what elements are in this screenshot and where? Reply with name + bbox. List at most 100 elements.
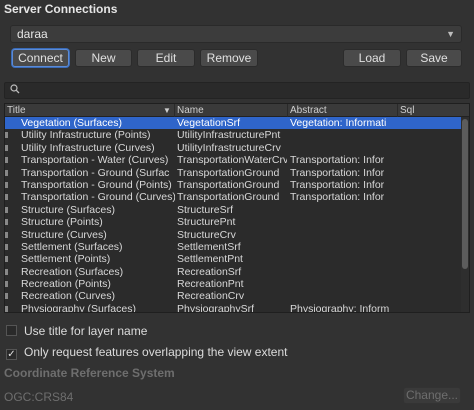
row-marker-icon	[5, 206, 8, 213]
table-row[interactable]: Physiography (Surfaces) PhysiographySrf Ph…	[5, 302, 461, 313]
use-title-label: Use title for layer name	[24, 324, 148, 338]
row-title: Recreation (Curves)	[21, 290, 115, 303]
row-marker-icon	[5, 132, 8, 139]
crs-title: Coordinate Reference System	[4, 366, 175, 380]
row-abstract: Transportation: Infor	[290, 178, 385, 191]
row-title: Settlement (Surfaces)	[21, 240, 123, 253]
crs-value: OGC:CRS84	[4, 390, 74, 404]
row-marker-icon	[5, 194, 8, 201]
table-row[interactable]: Settlement (Points) SettlementPnt	[5, 253, 461, 265]
overlap-label: Only request features overlapping the vi…	[24, 345, 288, 359]
load-button[interactable]: Load	[343, 49, 401, 67]
row-marker-icon	[5, 157, 8, 164]
column-header-title[interactable]: Title	[5, 104, 175, 117]
row-name: TransportationGround	[177, 191, 280, 204]
row-title: Structure (Points)	[21, 216, 103, 229]
table-row[interactable]: Recreation (Surfaces) RecreationSrf	[5, 266, 461, 278]
row-marker-icon	[5, 219, 8, 226]
table-row[interactable]: Utility Infrastructure (Curves) UtilityIn…	[5, 142, 461, 154]
change-crs-button[interactable]: Change...	[403, 387, 461, 404]
connection-select-value: daraa	[17, 27, 48, 41]
row-title: Structure (Curves)	[21, 228, 107, 241]
table-row[interactable]: Structure (Points) StructurePnt	[5, 216, 461, 228]
row-abstract: Vegetation: Informati	[290, 117, 387, 129]
table-row[interactable]: Transportation - Ground (Curves) Transpor…	[5, 191, 461, 203]
edit-button[interactable]: Edit	[137, 49, 195, 67]
table-body: Vegetation (Surfaces) VegetationSrf Vegeta…	[5, 117, 461, 312]
row-marker-icon	[5, 144, 8, 151]
connection-select[interactable]: daraa ▼	[10, 25, 462, 43]
chevron-down-icon: ▼	[446, 29, 455, 39]
row-marker-icon	[5, 181, 8, 188]
row-marker-icon	[5, 169, 8, 176]
row-title: Recreation (Surfaces)	[21, 265, 124, 278]
row-name: TransportationGround	[177, 178, 280, 191]
row-title: Settlement (Points)	[21, 253, 111, 266]
new-button[interactable]: New	[75, 49, 132, 67]
row-title: Transportation - Ground (Surfac	[21, 166, 170, 179]
column-header-name[interactable]: Name	[175, 104, 288, 117]
row-name: RecreationSrf	[177, 265, 242, 278]
row-title: Vegetation (Surfaces)	[21, 117, 122, 129]
row-name: VegetationSrf	[177, 117, 241, 129]
row-name: RecreationPnt	[177, 278, 244, 291]
group-title: Server Connections	[4, 2, 118, 16]
use-title-checkbox[interactable]	[6, 325, 17, 336]
row-title: Transportation - Ground (Points)	[21, 178, 172, 191]
row-name: TransportationGround	[177, 166, 280, 179]
table-header: Title ▼ Name Abstract Sql	[5, 104, 469, 117]
row-name: StructureCrv	[177, 228, 236, 241]
table-row[interactable]: Structure (Surfaces) StructureSrf	[5, 204, 461, 216]
table-row[interactable]: Transportation - Ground (Points) Transpor…	[5, 179, 461, 191]
row-title: Transportation - Ground (Curves)	[21, 191, 175, 204]
row-title: Utility Infrastructure (Curves)	[21, 141, 155, 154]
row-marker-icon	[5, 305, 8, 312]
row-name: UtilityInfrastructurePnt	[177, 129, 281, 142]
overlap-checkbox[interactable]: ✓	[6, 349, 17, 360]
row-title: Structure (Surfaces)	[21, 203, 115, 216]
layers-table[interactable]: Title ▼ Name Abstract Sql Vegetation (Su…	[4, 103, 470, 313]
use-title-option[interactable]: Use title for layer name	[6, 324, 147, 338]
table-row[interactable]: Utility Infrastructure (Points) UtilityIn…	[5, 129, 461, 141]
column-header-abstract[interactable]: Abstract	[288, 104, 398, 117]
row-title: Physiography (Surfaces)	[21, 302, 136, 313]
row-marker-icon	[5, 231, 8, 238]
row-marker-icon	[5, 293, 8, 300]
row-abstract: Transportation: Infor	[290, 166, 385, 179]
layer-filter-input[interactable]	[4, 82, 470, 99]
table-row[interactable]: Structure (Curves) StructureCrv	[5, 229, 461, 241]
row-title: Transportation - Water (Curves)	[21, 154, 169, 167]
row-name: TransportationWaterCrv	[177, 154, 287, 167]
overlap-option[interactable]: ✓ Only request features overlapping the v…	[6, 345, 288, 360]
row-marker-icon	[5, 256, 8, 263]
sort-desc-icon: ▼	[163, 106, 171, 115]
row-name: PhysiographySrf	[177, 302, 255, 313]
search-icon	[10, 84, 20, 97]
row-abstract: Transportation: Infor	[290, 191, 385, 204]
row-title: Utility Infrastructure (Points)	[21, 129, 151, 142]
table-row[interactable]: Vegetation (Surfaces) VegetationSrf Vegeta…	[5, 117, 461, 130]
row-title: Recreation (Points)	[21, 278, 111, 291]
row-name: SettlementPnt	[177, 253, 243, 266]
row-name: StructureSrf	[177, 203, 234, 216]
connect-button[interactable]: Connect	[12, 49, 69, 67]
table-row[interactable]: Transportation - Ground (Surfac Transport…	[5, 167, 461, 179]
row-name: UtilityInfrastructureCrv	[177, 141, 281, 154]
remove-button[interactable]: Remove	[200, 49, 258, 67]
row-name: RecreationCrv	[177, 290, 245, 303]
scrollbar-thumb[interactable]	[462, 119, 468, 269]
row-name: StructurePnt	[177, 216, 236, 229]
row-abstract: Transportation: Infor	[290, 154, 385, 167]
table-row[interactable]: Settlement (Surfaces) SettlementSrf	[5, 241, 461, 253]
row-marker-icon	[5, 281, 8, 288]
row-abstract: Physiography: Inform	[290, 302, 390, 313]
table-scrollbar[interactable]	[461, 117, 469, 312]
column-header-sql[interactable]: Sql	[398, 104, 469, 117]
table-row[interactable]: Recreation (Points) RecreationPnt	[5, 278, 461, 290]
table-row[interactable]: Recreation (Curves) RecreationCrv	[5, 290, 461, 302]
save-button[interactable]: Save	[406, 49, 462, 67]
row-marker-icon	[5, 268, 8, 275]
row-name: SettlementSrf	[177, 240, 241, 253]
table-row[interactable]: Transportation - Water (Curves) Transport…	[5, 154, 461, 166]
row-marker-icon	[5, 243, 8, 250]
